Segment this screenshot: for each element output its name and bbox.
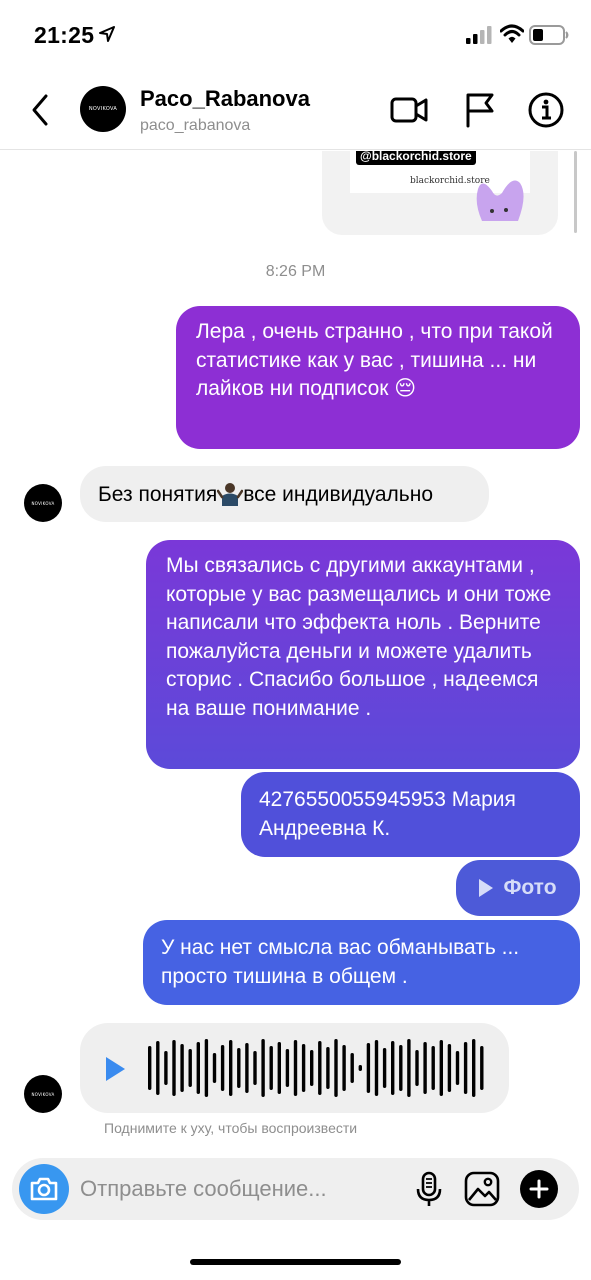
waveform-bar [237,1048,241,1088]
waveform-bar [196,1042,200,1094]
waveform-bar [366,1043,371,1093]
waveform-bar [212,1053,217,1083]
battery-icon [529,25,569,45]
signal-icon [466,26,492,44]
play-icon [479,879,494,897]
photo-label: Фото [503,875,557,899]
waveform-bar [269,1046,273,1090]
status-time: 21:25 [34,22,95,48]
message-composer [12,1158,579,1220]
story-sticker-icon [476,180,524,221]
avatar-text: NOVIKOVA [31,1091,55,1097]
contact-display-name[interactable]: Paco_Rabanova [140,86,310,112]
message-input[interactable] [80,1173,400,1205]
waveform-bar [245,1043,249,1093]
waveform-bar [350,1053,354,1083]
received-message-bubble[interactable]: Без понятия все индивидуально [80,466,489,522]
waveform-bar [301,1044,306,1092]
navigation-arrow-icon [99,26,115,42]
microphone-icon[interactable] [410,1170,448,1208]
wifi-icon [500,24,524,43]
message-text-part: все индивидуально [243,483,434,506]
waveform-bar [399,1045,403,1091]
story-reply-preview[interactable]: @blackorchid.store blackorchid.store [322,151,558,235]
waveform-bar [318,1041,322,1095]
waveform-bar [382,1048,387,1088]
voice-hint: Поднимите к уху, чтобы воспроизвести [104,1120,358,1136]
waveform-bar [310,1050,314,1086]
sent-message-bubble[interactable]: У нас нет смысла вас обманывать ... прос… [143,920,580,1005]
sent-message-bubble[interactable]: Мы связались с другими аккаунтами , кото… [146,540,580,769]
waveform-bar [431,1046,435,1090]
waveform-bar [334,1039,338,1097]
waveform-bar [229,1040,233,1096]
waveform-bar [261,1039,265,1097]
waveform-bar [253,1051,257,1085]
report-flag-icon[interactable] [460,90,500,130]
home-indicator[interactable] [190,1259,401,1265]
waveform-bar [172,1040,176,1096]
camera-icon [30,1177,58,1201]
waveform-bar [480,1046,484,1090]
status-bar: 21:25 [0,0,591,70]
play-icon[interactable] [106,1057,125,1081]
waveform-bar [204,1039,209,1097]
plus-icon [529,1179,549,1199]
waveform-bar [156,1041,160,1095]
waveform-bar [447,1044,452,1092]
waveform-bar [407,1039,411,1097]
waveform-bar [148,1046,152,1090]
shrug-emoji-icon [217,483,244,506]
info-icon[interactable] [526,90,566,130]
video-call-icon[interactable] [389,90,429,130]
waveform-bar [439,1040,443,1096]
avatar[interactable]: NOVIKOVA [80,86,126,132]
waveform-bar [285,1049,290,1087]
story-mention-tag: @blackorchid.store [356,151,476,165]
camera-button[interactable] [19,1164,69,1214]
waveform-bar [455,1051,460,1085]
message-thread[interactable]: @blackorchid.store blackorchid.store 8:2… [0,151,591,1141]
waveform-bar [463,1042,468,1094]
waveform-bar [220,1045,225,1091]
waveform-bar [326,1047,330,1089]
avatar-text: NOVIKOVA [31,500,55,506]
contact-username[interactable]: paco_rabanova [140,117,250,135]
chat-header: NOVIKOVA Paco_Rabanova paco_rabanova [0,70,591,150]
add-content-button[interactable] [520,1170,558,1208]
waveform-bar [277,1042,281,1094]
sent-message-bubble[interactable]: 4276550055945953 Мария Андреевна К. [241,772,580,857]
waveform-bar [188,1049,192,1087]
waveform-bar [342,1045,346,1091]
sent-message-bubble[interactable]: Лера , очень странно , что при такой ста… [176,306,580,449]
waveform-bar [164,1051,168,1085]
contact-avatar-small[interactable]: NOVIKOVA [24,1075,62,1113]
photo-message-button[interactable]: Фото [456,860,580,916]
waveform-bar [374,1040,379,1096]
back-chevron-icon[interactable] [26,90,56,130]
voice-message[interactable] [80,1023,509,1113]
gallery-icon[interactable] [463,1170,501,1208]
waveform-bar [293,1040,298,1096]
waveform-bar [180,1044,184,1092]
message-timestamp: 8:26 PM [265,263,326,280]
contact-avatar-small[interactable]: NOVIKOVA [24,484,62,522]
voice-waveform[interactable] [146,1039,491,1097]
waveform-bar [472,1039,476,1097]
waveform-bar [415,1050,419,1086]
waveform-bar [391,1041,395,1095]
waveform-bar [358,1065,362,1071]
avatar-text: NOVIKOVA [88,106,118,112]
scrollbar[interactable] [574,151,577,233]
message-text-part: Без понятия [98,483,218,506]
waveform-bar [423,1042,427,1094]
